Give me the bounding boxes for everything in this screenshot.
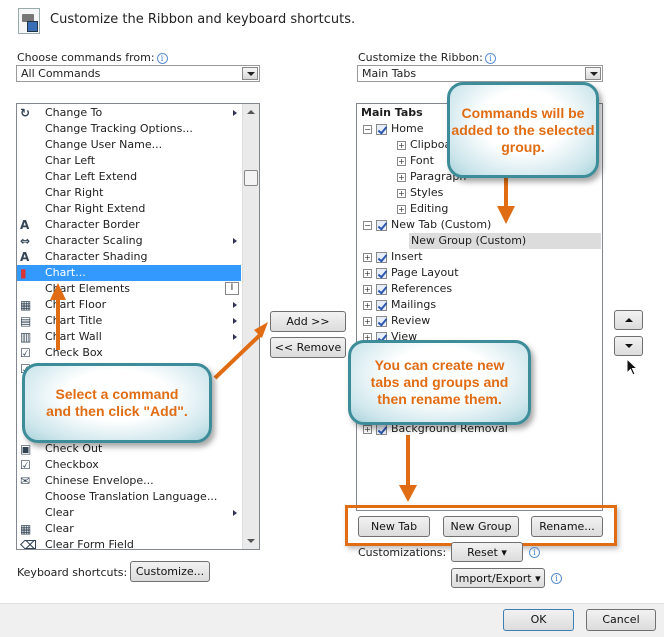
arrow-head-buttons (399, 485, 417, 502)
arrow-line-add (213, 333, 262, 380)
ok-button[interactable]: OK (503, 609, 574, 631)
callout-commands-added: Commands will be added to the selected g… (447, 82, 599, 178)
callout-select-command: Select a command and then click "Add". (22, 363, 212, 443)
arrow-head-left (50, 283, 66, 300)
arrow-head-group (497, 206, 515, 224)
callout-create-new: You can create new tabs and groups and t… (348, 340, 531, 425)
cancel-button[interactable]: Cancel (586, 609, 656, 631)
arrow-head-add (254, 322, 268, 338)
